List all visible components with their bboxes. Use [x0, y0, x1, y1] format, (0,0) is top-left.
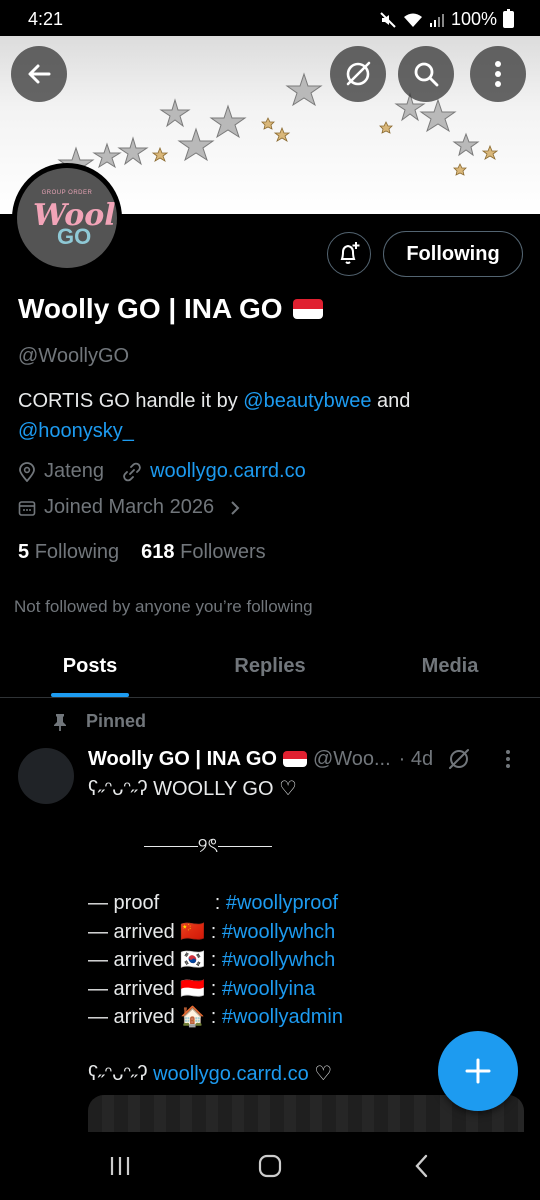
hashtag-link[interactable]: #woollyproof	[226, 892, 338, 914]
bio-mention-hoonysky[interactable]: @hoonysky_	[18, 420, 134, 442]
post-more-icon[interactable]	[505, 749, 511, 769]
hashtag-link[interactable]: #woollywhch	[222, 921, 335, 943]
followers-label: Followers	[180, 541, 266, 563]
indonesia-flag-icon	[292, 299, 323, 319]
search-button[interactable]	[398, 46, 454, 102]
bio-mention-beautybwee[interactable]: @beautybwee	[243, 390, 371, 412]
battery-icon	[503, 9, 514, 28]
website-link[interactable]: woollygo.carrd.co	[150, 460, 306, 483]
following-stat[interactable]: 5 Following	[18, 541, 119, 564]
hashtag-link[interactable]: #woollyadmin	[222, 1006, 343, 1028]
post-author-handle: @Woo...	[312, 747, 391, 770]
followers-stat[interactable]: 618 Followers	[141, 541, 266, 564]
post-row-label: — arrived 🇰🇷 :	[88, 949, 222, 971]
post-row-label: — arrived 🇮🇩 :	[88, 977, 222, 1000]
home-icon	[258, 1154, 282, 1178]
profile-tabs: Posts Replies Media	[0, 636, 540, 698]
calendar-icon	[18, 500, 36, 516]
divider-line-right	[218, 846, 273, 848]
profile-handle: @WoollyGO	[18, 345, 130, 367]
tab-media[interactable]: Media	[360, 636, 540, 697]
joined-text: Joined March 2026	[44, 496, 215, 518]
post-divider-glyph: ୨ৎ	[197, 835, 219, 857]
followers-count: 618	[141, 541, 175, 563]
bio-and: and	[371, 390, 411, 412]
recent-apps-button[interactable]	[100, 1150, 140, 1182]
profile-meta-location: Jateng woollygo.carrd.co	[18, 460, 306, 483]
post-header: Woolly GO | INA GO @Woo... · 4d	[88, 747, 528, 771]
avatar-logo-top: GROUP ORDER	[41, 190, 93, 196]
grok-button[interactable]	[330, 46, 386, 102]
pinned-label: Pinned	[86, 711, 147, 731]
location-text: Jateng	[44, 460, 105, 482]
profile-avatar[interactable]: GROUP ORDER Woolly GO	[12, 163, 122, 273]
status-bar: 4:21 100%	[0, 0, 540, 36]
recent-apps-icon	[110, 1157, 130, 1175]
location-pin-icon	[19, 461, 35, 482]
following-button[interactable]: Following	[383, 231, 523, 277]
compose-post-button[interactable]	[438, 1031, 518, 1111]
chevron-right-icon	[231, 500, 240, 515]
post-line-title: ʕ˶ᵔᴗᵔ˶ʔ WOOLLY GO ♡	[88, 778, 297, 800]
arrow-left-icon	[28, 64, 51, 84]
pin-icon	[54, 713, 66, 731]
profile-bio: CORTIS GO handle it by @beautybwee and @h…	[18, 386, 518, 446]
grok-icon	[346, 61, 371, 86]
search-icon	[414, 62, 439, 87]
post-row-label: — arrived 🏠 :	[88, 1006, 222, 1028]
follow-stats: 5 Following 618 Followers	[18, 541, 266, 564]
post-time: · 4d	[398, 747, 434, 770]
post-row-label: — arrived 🇨🇳 :	[88, 920, 222, 943]
link-icon	[123, 462, 141, 481]
divider-line-left	[143, 846, 198, 848]
avatar-logo: GROUP ORDER Woolly GO	[17, 168, 117, 268]
post-author-avatar[interactable]	[18, 748, 74, 804]
pinned-indicator: Pinned	[52, 711, 146, 732]
following-count: 5	[18, 541, 30, 563]
profile-meta-joined[interactable]: Joined March 2026	[18, 496, 242, 519]
grok-icon[interactable]	[447, 747, 471, 771]
system-back-button[interactable]	[402, 1150, 442, 1182]
avatar-logo-sub: GO	[57, 224, 92, 249]
bio-text: CORTIS GO handle it by	[18, 390, 244, 412]
hashtag-link[interactable]: #woollywhch	[222, 949, 335, 971]
hashtag-link[interactable]: #woollyina	[222, 978, 315, 1000]
mute-icon	[380, 11, 396, 28]
back-button[interactable]	[11, 46, 67, 102]
chevron-left-icon	[415, 1154, 428, 1178]
post-footer-link[interactable]: woollygo.carrd.co	[153, 1063, 309, 1085]
tab-posts[interactable]: Posts	[0, 636, 180, 697]
status-time: 4:21	[28, 9, 64, 29]
not-followed-note: Not followed by anyone you’re following	[14, 597, 313, 616]
display-name: Woolly GO | INA GO	[18, 293, 323, 325]
display-name-text: Woolly GO | INA GO	[18, 293, 283, 324]
battery-percent: 100%	[450, 9, 497, 29]
wifi-icon	[403, 13, 422, 27]
vertical-dots-icon	[495, 61, 501, 87]
post-footer-prefix: ʕ˶ᵔᴗᵔ˶ʔ	[88, 1063, 154, 1085]
post-author-name[interactable]: Woolly GO | INA GO	[88, 748, 277, 771]
signal-icon	[429, 13, 444, 27]
indonesia-flag-icon	[282, 751, 307, 767]
system-navigation-bar	[0, 1132, 540, 1200]
post-row-label: — proof :	[88, 892, 226, 914]
status-icons: 100%	[379, 9, 514, 30]
post-footer-suffix: ♡	[308, 1063, 333, 1085]
plus-icon	[465, 1058, 491, 1084]
notifications-button[interactable]	[327, 232, 371, 276]
home-button[interactable]	[250, 1150, 290, 1182]
bell-plus-icon	[340, 242, 360, 264]
tab-replies[interactable]: Replies	[180, 636, 360, 697]
more-options-button[interactable]	[470, 46, 526, 102]
following-label: Following	[34, 541, 120, 563]
